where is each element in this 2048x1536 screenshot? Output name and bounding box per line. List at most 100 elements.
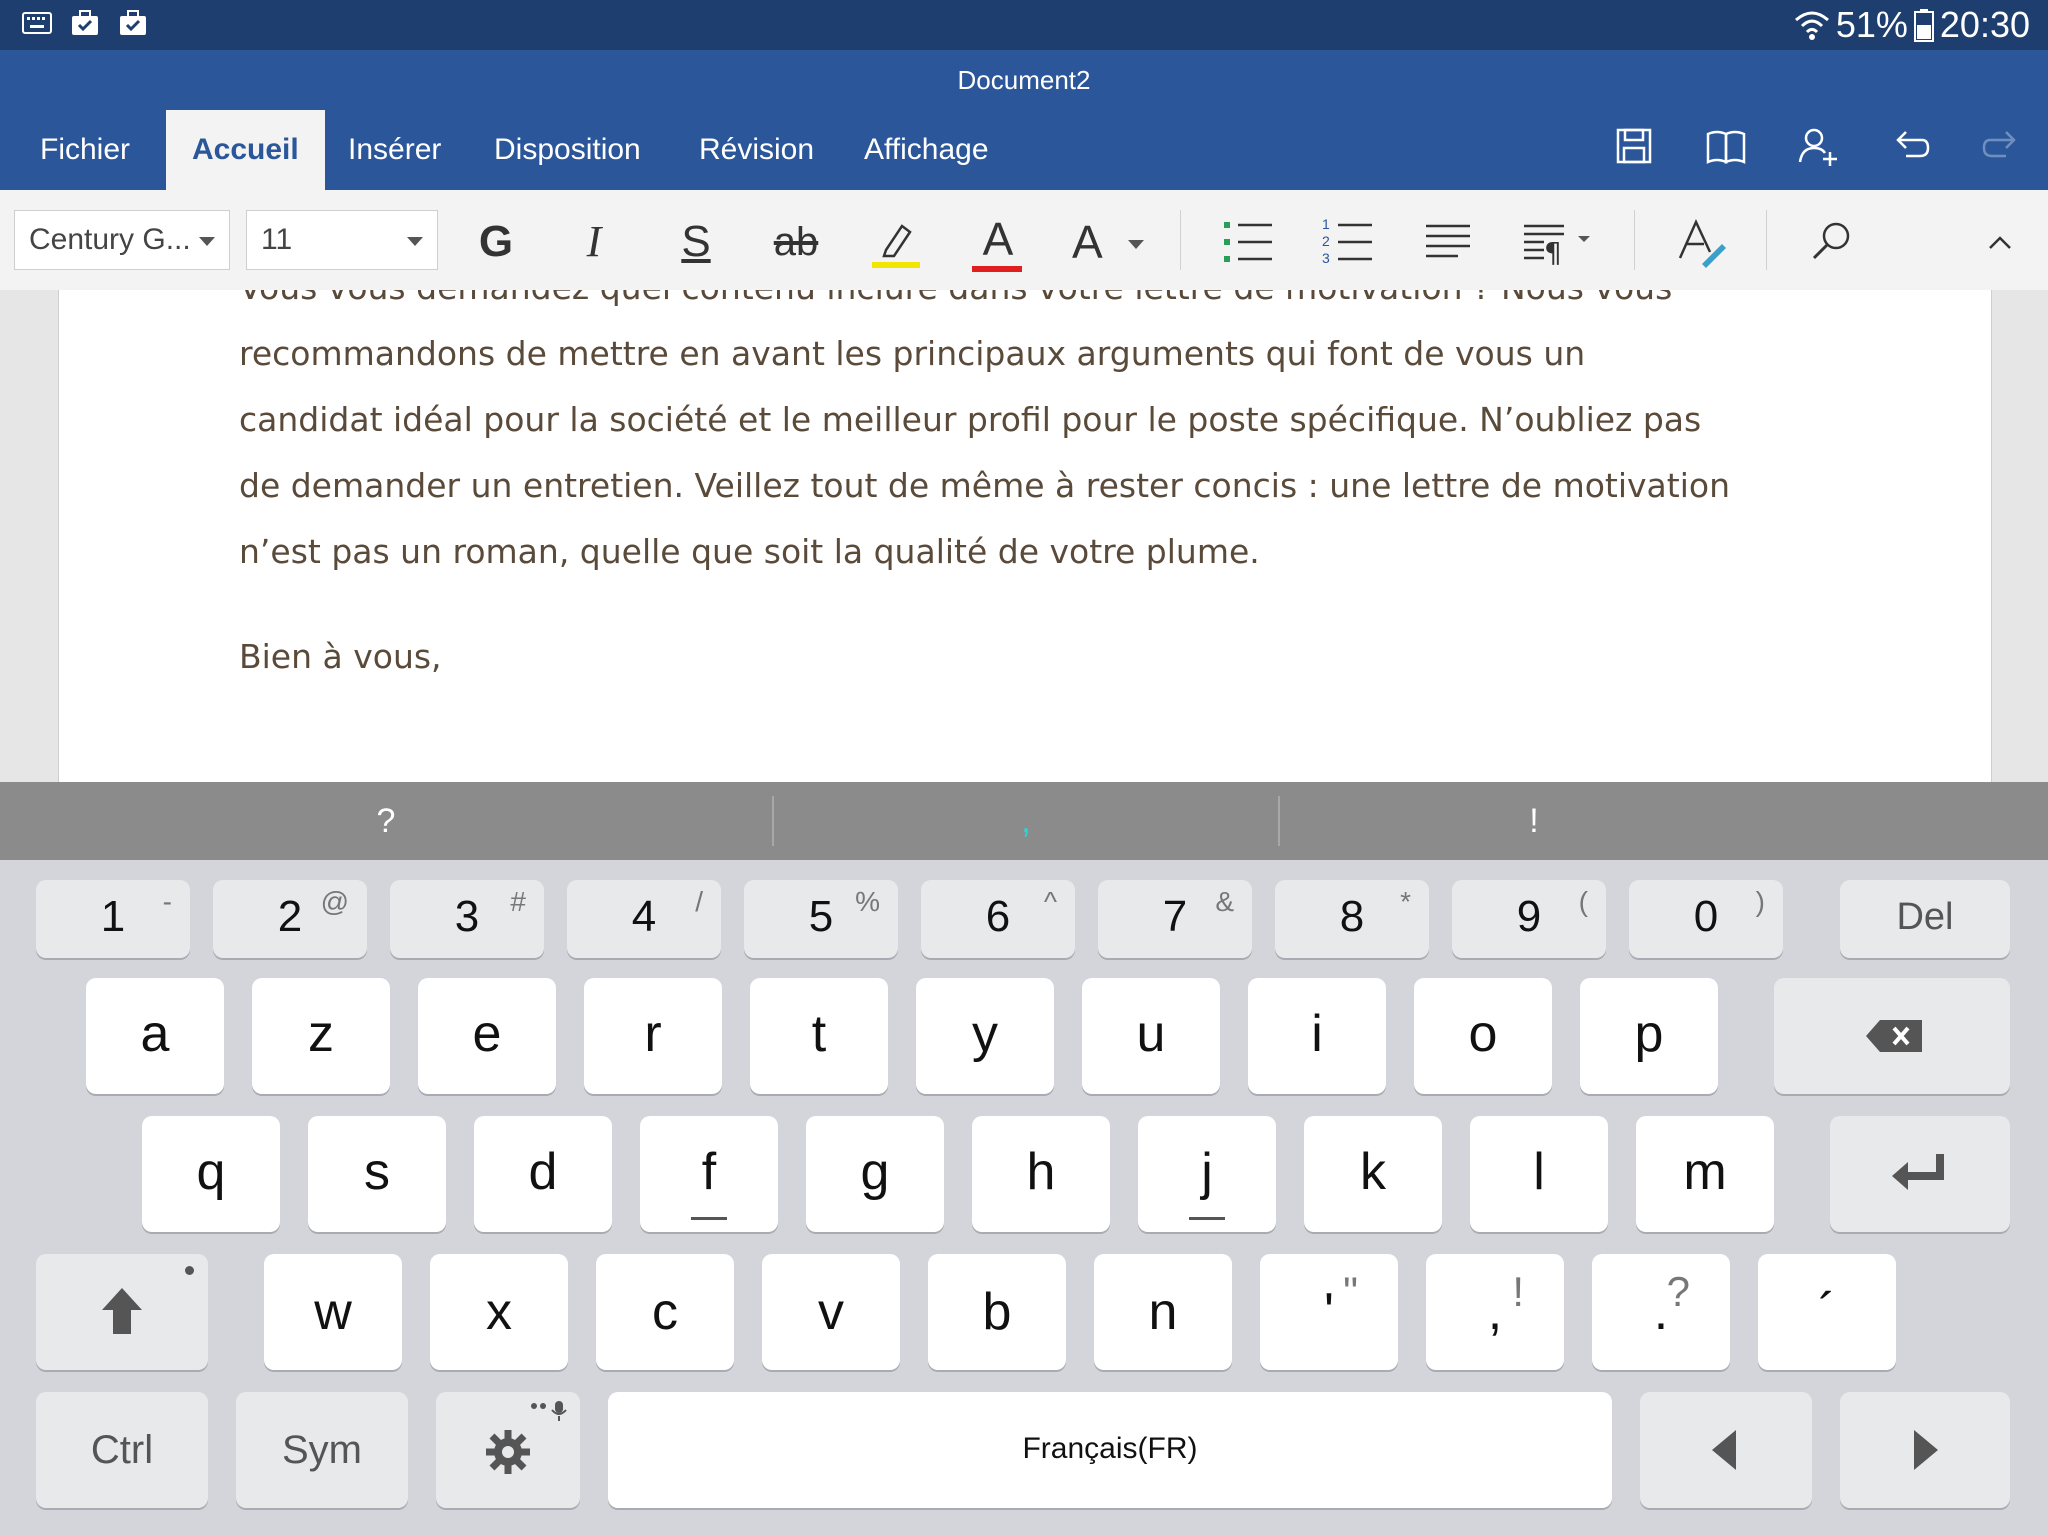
align-icon[interactable] — [1418, 212, 1478, 272]
bullet-list-icon[interactable] — [1218, 212, 1278, 272]
letter-key-c[interactable]: c — [596, 1254, 734, 1370]
number-key-9[interactable]: 9( — [1452, 880, 1606, 958]
font-color-button[interactable]: A — [968, 212, 1028, 272]
styles-icon[interactable] — [1672, 212, 1732, 272]
strikethrough-button[interactable]: ab — [766, 212, 826, 272]
key-label: r — [644, 1005, 662, 1063]
letter-key-b[interactable]: b — [928, 1254, 1066, 1370]
punctuation-key[interactable]: ,! — [1426, 1254, 1564, 1370]
punctuation-key[interactable]: .? — [1592, 1254, 1730, 1370]
letter-key-w[interactable]: w — [264, 1254, 402, 1370]
letter-key-t[interactable]: t — [750, 978, 888, 1094]
cursor-right-key[interactable] — [1840, 1392, 2010, 1508]
letter-key-m[interactable]: m — [1636, 1116, 1774, 1232]
number-key-5[interactable]: 5% — [744, 880, 898, 958]
key-secondary-label: ^ — [1043, 886, 1057, 917]
punctuation-key[interactable]: ' " — [1260, 1254, 1398, 1370]
letter-key-o[interactable]: o — [1414, 978, 1552, 1094]
text-size-button[interactable]: A — [1072, 212, 1152, 272]
share-icon[interactable] — [1794, 122, 1842, 170]
numbered-list-icon[interactable]: 1 2 3 — [1318, 212, 1378, 272]
letter-key-i[interactable]: i — [1248, 978, 1386, 1094]
punctuation-key[interactable]: ´ — [1758, 1254, 1896, 1370]
letter-key-u[interactable]: u — [1082, 978, 1220, 1094]
tab-disposition[interactable]: Disposition — [468, 110, 667, 190]
letter-key-l[interactable]: l — [1470, 1116, 1608, 1232]
briefcase-check-icon — [72, 10, 98, 35]
letter-key-e[interactable]: e — [418, 978, 556, 1094]
highlight-icon[interactable] — [866, 212, 926, 272]
redo-icon[interactable] — [1978, 122, 2026, 170]
letter-key-z[interactable]: z — [252, 978, 390, 1094]
letter-key-j[interactable]: j — [1138, 1116, 1276, 1232]
number-key-7[interactable]: 7 & — [1098, 880, 1252, 958]
letter-key-y[interactable]: y — [916, 978, 1054, 1094]
paragraph-format-icon[interactable]: ¶ — [1518, 212, 1598, 272]
letter-key-s[interactable]: s — [308, 1116, 446, 1232]
key-secondary-label: & — [1215, 886, 1234, 917]
document-closing: Bien à vous, — [239, 637, 442, 676]
key-secondary-label: @ — [320, 886, 349, 917]
suggestion-item[interactable]: , — [774, 782, 1278, 860]
key-label: q — [196, 1143, 226, 1201]
tab-fichier[interactable]: Fichier — [14, 110, 156, 190]
tab-affichage[interactable]: Affichage — [838, 110, 1015, 190]
number-key-8[interactable]: 8 * — [1275, 880, 1429, 958]
italic-button[interactable]: I — [564, 212, 624, 272]
number-key-1[interactable]: 1- — [36, 880, 190, 958]
document-page[interactable]: Vous vous demandez quel contenu inclure … — [58, 290, 1992, 782]
key-secondary-label: - — [162, 886, 172, 917]
letter-key-q[interactable]: q — [142, 1116, 280, 1232]
read-mode-icon[interactable] — [1702, 122, 1750, 170]
space-key[interactable]: Français(FR) — [608, 1392, 1612, 1508]
save-icon[interactable] — [1610, 122, 1658, 170]
suggestion-item[interactable]: ? — [0, 782, 772, 860]
font-name-dropdown[interactable]: Century G... — [14, 210, 230, 270]
letter-key-n[interactable]: n — [1094, 1254, 1232, 1370]
enter-key[interactable] — [1830, 1116, 2010, 1232]
suggestion-item[interactable]: ! — [1280, 782, 1788, 860]
tab-accueil[interactable]: Accueil — [166, 110, 325, 190]
shift-indicator — [185, 1266, 194, 1275]
del-key[interactable]: Del — [1840, 880, 2010, 958]
document-canvas[interactable]: Vous vous demandez quel contenu inclure … — [0, 290, 2048, 782]
font-size-dropdown[interactable]: 11 — [246, 210, 438, 270]
key-label: b — [982, 1283, 1012, 1341]
text-size-label: A — [1072, 216, 1103, 268]
underline-button[interactable]: S — [666, 212, 726, 272]
number-key-0[interactable]: 0) — [1629, 880, 1783, 958]
bold-button[interactable]: G — [466, 212, 526, 272]
letter-key-p[interactable]: p — [1580, 978, 1718, 1094]
search-icon[interactable] — [1802, 212, 1862, 272]
tab-revision[interactable]: Révision — [673, 110, 840, 190]
letter-key-v[interactable]: v — [762, 1254, 900, 1370]
sym-key[interactable]: Sym — [236, 1392, 408, 1508]
number-key-2[interactable]: 2 @ — [213, 880, 367, 958]
number-key-6[interactable]: 6 ^ — [921, 880, 1075, 958]
font-color-label: A — [982, 213, 1014, 265]
ctrl-key[interactable]: Ctrl — [36, 1392, 208, 1508]
letter-key-a[interactable]: a — [86, 978, 224, 1094]
shift-key[interactable] — [36, 1254, 208, 1370]
undo-icon[interactable] — [1886, 122, 1934, 170]
ctrl-key-label: Ctrl — [90, 1428, 154, 1472]
backspace-key[interactable] — [1774, 978, 2010, 1094]
letter-key-g[interactable]: g — [806, 1116, 944, 1232]
toolbar-divider — [1180, 210, 1181, 270]
number-key-4[interactable]: 4/ — [567, 880, 721, 958]
clock: 20:30 — [1939, 4, 2030, 45]
tab-inserer[interactable]: Insérer — [322, 110, 467, 190]
settings-key[interactable] — [436, 1392, 580, 1508]
letter-key-f[interactable]: f — [640, 1116, 778, 1232]
collapse-ribbon-icon[interactable] — [1980, 212, 2020, 272]
number-key-3[interactable]: 3 # — [390, 880, 544, 958]
document-line: de demander un entretien. Veillez tout d… — [239, 466, 1730, 505]
key-label: e — [472, 1005, 502, 1063]
home-key-marker — [691, 1217, 727, 1220]
letter-key-d[interactable]: d — [474, 1116, 612, 1232]
cursor-left-key[interactable] — [1640, 1392, 1812, 1508]
letter-key-h[interactable]: h — [972, 1116, 1110, 1232]
letter-key-r[interactable]: r — [584, 978, 722, 1094]
letter-key-x[interactable]: x — [430, 1254, 568, 1370]
letter-key-k[interactable]: k — [1304, 1116, 1442, 1232]
